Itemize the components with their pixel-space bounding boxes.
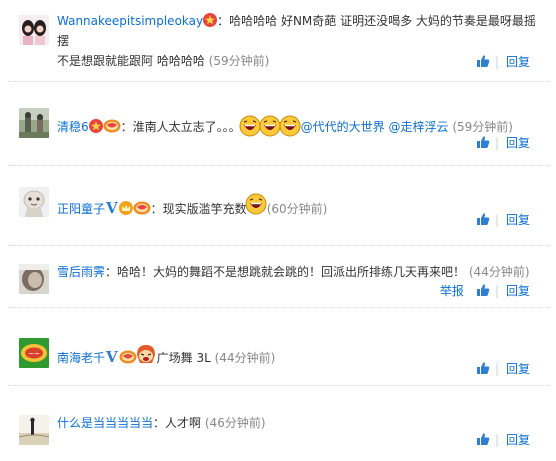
- comment-body: 什么是当当当当当：人才啊 (46分钟前): [57, 413, 538, 433]
- avatar[interactable]: [19, 187, 49, 217]
- separator: ：: [153, 416, 166, 430]
- action-divider: |: [494, 433, 499, 447]
- reply-link[interactable]: 回复: [506, 55, 530, 69]
- thumbs-up-icon[interactable]: [476, 361, 490, 375]
- comment-actions: | 回复: [476, 360, 530, 378]
- mention-link[interactable]: @走梓浮云: [389, 120, 449, 134]
- verified-v-icon[interactable]: V: [106, 348, 118, 366]
- comment-text-continued: 不是想跟就能跟阿 哈哈哈哈: [57, 54, 205, 68]
- comment-actions: | 回复: [476, 134, 530, 152]
- vip-badge-icon[interactable]: [133, 201, 151, 215]
- comment-body: Wannakeepitsimpleokay ：哈哈哈哈 好NM奇葩 证明还没喝多 …: [57, 11, 538, 71]
- timestamp: (44分钟前): [468, 265, 530, 279]
- reply-link[interactable]: 回复: [506, 213, 530, 227]
- laughing-emoji-icon: [259, 115, 281, 137]
- comment-text: 淮南人太立志了。。。: [132, 120, 241, 134]
- thumbs-up-icon[interactable]: [476, 54, 490, 68]
- reply-link[interactable]: 回复: [506, 136, 530, 150]
- action-divider: |: [494, 55, 499, 69]
- comment-body: 清稳6 ：淮南人太立志了。。。 @代代的大世界 @走梓浮云 (59分钟前): [57, 115, 538, 137]
- avatar-image: [19, 264, 49, 294]
- action-divider: |: [494, 136, 499, 150]
- comment-actions: | 回复: [476, 211, 530, 229]
- avatar-image: [19, 187, 49, 217]
- comment-item: 正阳童子V ：现实版滥竽充数 (60分钟前) | 回复: [0, 166, 556, 244]
- verified-v-icon[interactable]: V: [106, 199, 118, 217]
- laughing-emoji-icon: [245, 193, 267, 215]
- separator: ：: [120, 120, 133, 134]
- avatar-image: [19, 415, 49, 445]
- avatar[interactable]: [19, 264, 49, 294]
- timestamp: (59分钟前): [452, 120, 513, 134]
- comment-actions: 举报 | 回复: [440, 282, 530, 300]
- comment-text: 哈哈！大妈的舞蹈不是想跳就会跳的！回派出所排练几天再来吧！: [117, 265, 466, 279]
- star-badge-icon[interactable]: [88, 119, 103, 133]
- mention-link[interactable]: @代代的大世界: [301, 120, 385, 134]
- laughing-emoji-icon: [239, 115, 261, 137]
- comment-item: 清稳6 ：淮南人太立志了。。。 @代代的大世界 @走梓浮云 (59分钟前) | 回复: [0, 82, 556, 164]
- separator: ：: [217, 14, 230, 28]
- comment-body: 雪后雨霁：哈哈！大妈的舞蹈不是想跳就会跳的！回派出所排练几天再来吧！ (44分钟…: [57, 262, 538, 282]
- avatar[interactable]: ~~: [19, 338, 49, 368]
- comment-text: 人才啊: [165, 416, 202, 430]
- comment-text: 广场舞 3L: [156, 351, 211, 365]
- username-link[interactable]: 清稳6: [57, 120, 89, 134]
- reply-link[interactable]: 回复: [506, 433, 530, 447]
- avatar-image: [19, 108, 49, 138]
- username-link[interactable]: 正阳童子: [57, 202, 105, 216]
- timestamp: (59分钟前): [208, 54, 270, 68]
- vip-badge-icon[interactable]: [103, 119, 121, 133]
- comment-item: Wannakeepitsimpleokay ：哈哈哈哈 好NM奇葩 证明还没喝多 …: [0, 0, 556, 80]
- thumbs-up-icon[interactable]: [476, 135, 490, 149]
- comment-feed: Wannakeepitsimpleokay ：哈哈哈哈 好NM奇葩 证明还没喝多 …: [0, 0, 556, 461]
- comment-actions: | 回复: [476, 431, 530, 449]
- comment-item: ~~ 南海老千V 广场舞 3L (44分钟前) | 回复: [0, 308, 556, 384]
- star-badge-icon[interactable]: [203, 13, 218, 27]
- comment-body: 南海老千V 广场舞 3L (44分钟前): [57, 343, 538, 368]
- reply-link[interactable]: 回复: [506, 284, 530, 298]
- thumbs-up-icon[interactable]: [476, 432, 490, 446]
- separator: ：: [105, 265, 118, 279]
- action-divider: |: [494, 362, 499, 376]
- timestamp: (44分钟前): [214, 351, 276, 365]
- avatar[interactable]: [19, 15, 49, 45]
- crying-emoji-icon: [136, 345, 155, 363]
- action-divider: |: [494, 284, 499, 298]
- timestamp: (46分钟前): [204, 416, 266, 430]
- thumbs-up-icon[interactable]: [476, 283, 490, 297]
- avatar-image: ~~: [19, 338, 49, 368]
- svg-text:~~: ~~: [28, 350, 40, 358]
- report-link[interactable]: 举报: [440, 284, 464, 298]
- comment-item: 雪后雨霁：哈哈！大妈的舞蹈不是想跳就会跳的！回派出所排练几天再来吧！ (44分钟…: [0, 246, 556, 306]
- comment-item: 什么是当当当当当：人才啊 (46分钟前) | 回复: [0, 386, 556, 461]
- avatar[interactable]: [19, 415, 49, 445]
- laughing-emoji-icon: [279, 115, 301, 137]
- reply-link[interactable]: 回复: [506, 362, 530, 376]
- username-link[interactable]: 什么是当当当当当: [57, 416, 153, 430]
- thumbs-up-icon[interactable]: [476, 212, 490, 226]
- username-link[interactable]: Wannakeepitsimpleokay: [57, 14, 203, 28]
- username-link[interactable]: 南海老千: [57, 351, 105, 365]
- comment-actions: | 回复: [476, 53, 530, 71]
- action-divider: |: [494, 213, 499, 227]
- avatar-image: [19, 15, 49, 45]
- crown-badge-icon[interactable]: [118, 201, 133, 215]
- comment-body: 正阳童子V ：现实版滥竽充数 (60分钟前): [57, 193, 538, 219]
- comment-text: 现实版滥竽充数: [162, 202, 247, 216]
- timestamp: (60分钟前): [266, 202, 328, 216]
- avatar[interactable]: [19, 108, 49, 138]
- username-link[interactable]: 雪后雨霁: [57, 265, 105, 279]
- separator: ：: [150, 202, 163, 216]
